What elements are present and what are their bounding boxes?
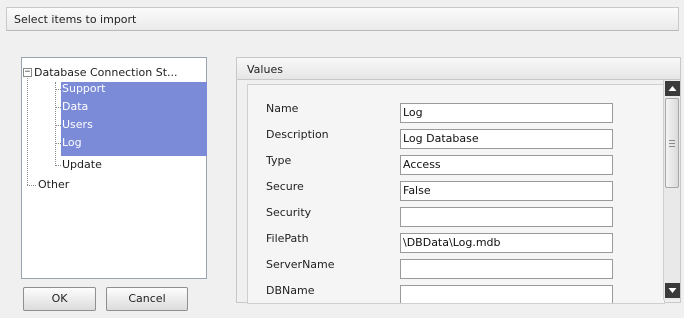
property-label: Description <box>266 128 329 141</box>
scroll-up-arrow-icon[interactable] <box>665 81 680 96</box>
description-field[interactable]: Log Database <box>400 129 613 149</box>
ok-button[interactable]: OK <box>23 287 96 311</box>
filepath-field[interactable]: \DBData\Log.mdb <box>400 233 613 253</box>
servername-field[interactable] <box>400 259 613 279</box>
property-row-name: Name Log <box>248 99 664 125</box>
tree-item-support[interactable]: Support <box>62 81 105 97</box>
grip-line <box>669 143 675 144</box>
property-row-secure: Secure False <box>248 177 664 203</box>
dialog-title: Select items to import <box>14 13 137 26</box>
tree-item-data[interactable]: Data <box>62 99 88 115</box>
security-field[interactable] <box>400 207 613 227</box>
property-row-security: Security <box>248 203 664 229</box>
property-label: DBName <box>266 284 315 297</box>
property-label: Security <box>266 206 312 219</box>
property-row-type: Type Access <box>248 151 664 177</box>
values-header-label: Values <box>247 63 283 76</box>
tree-item-other[interactable]: Other <box>38 177 69 193</box>
property-row-description: Description Log Database <box>248 125 664 151</box>
property-row-dbname: DBName <box>248 281 664 303</box>
property-row-servername: ServerName <box>248 255 664 281</box>
property-grid[interactable]: Name Log Description Log Database Type A… <box>247 84 665 304</box>
property-label: ServerName <box>266 258 335 271</box>
tree-item-users[interactable]: Users <box>62 117 93 133</box>
tree-connector <box>27 185 36 186</box>
name-field[interactable]: Log <box>400 103 613 123</box>
property-label: Type <box>266 154 292 167</box>
cancel-button[interactable]: Cancel <box>106 287 188 311</box>
secure-field[interactable]: False <box>400 181 613 201</box>
values-panel: Values Name Log Description Log Database… <box>236 57 681 304</box>
property-label: Name <box>266 102 299 115</box>
type-field[interactable]: Access <box>400 155 613 175</box>
import-dialog: Select items to import − Database Connec… <box>0 0 684 318</box>
tree-connector <box>55 165 61 166</box>
scroll-down-arrow-icon[interactable] <box>665 283 680 298</box>
grip-line <box>669 146 675 147</box>
tree-node-label: Database Connection St... <box>34 65 178 79</box>
vertical-scrollbar[interactable] <box>663 80 680 300</box>
values-header: Values <box>237 58 680 80</box>
property-row-filepath: FilePath \DBData\Log.mdb <box>248 229 664 255</box>
dialog-titlebar: Select items to import <box>6 7 679 31</box>
tree-item-update[interactable]: Update <box>62 157 102 173</box>
tree-connector <box>55 82 56 166</box>
items-tree[interactable]: − Database Connection St... Support Data… <box>21 57 207 279</box>
tree-connector <box>27 76 28 185</box>
tree-node-database-connection[interactable]: − Database Connection St... <box>23 64 178 80</box>
property-label: Secure <box>266 180 304 193</box>
dbname-field[interactable] <box>400 285 613 303</box>
property-label: FilePath <box>266 232 309 245</box>
tree-item-log[interactable]: Log <box>62 135 82 151</box>
grip-line <box>669 140 675 141</box>
scroll-thumb[interactable] <box>665 98 679 188</box>
